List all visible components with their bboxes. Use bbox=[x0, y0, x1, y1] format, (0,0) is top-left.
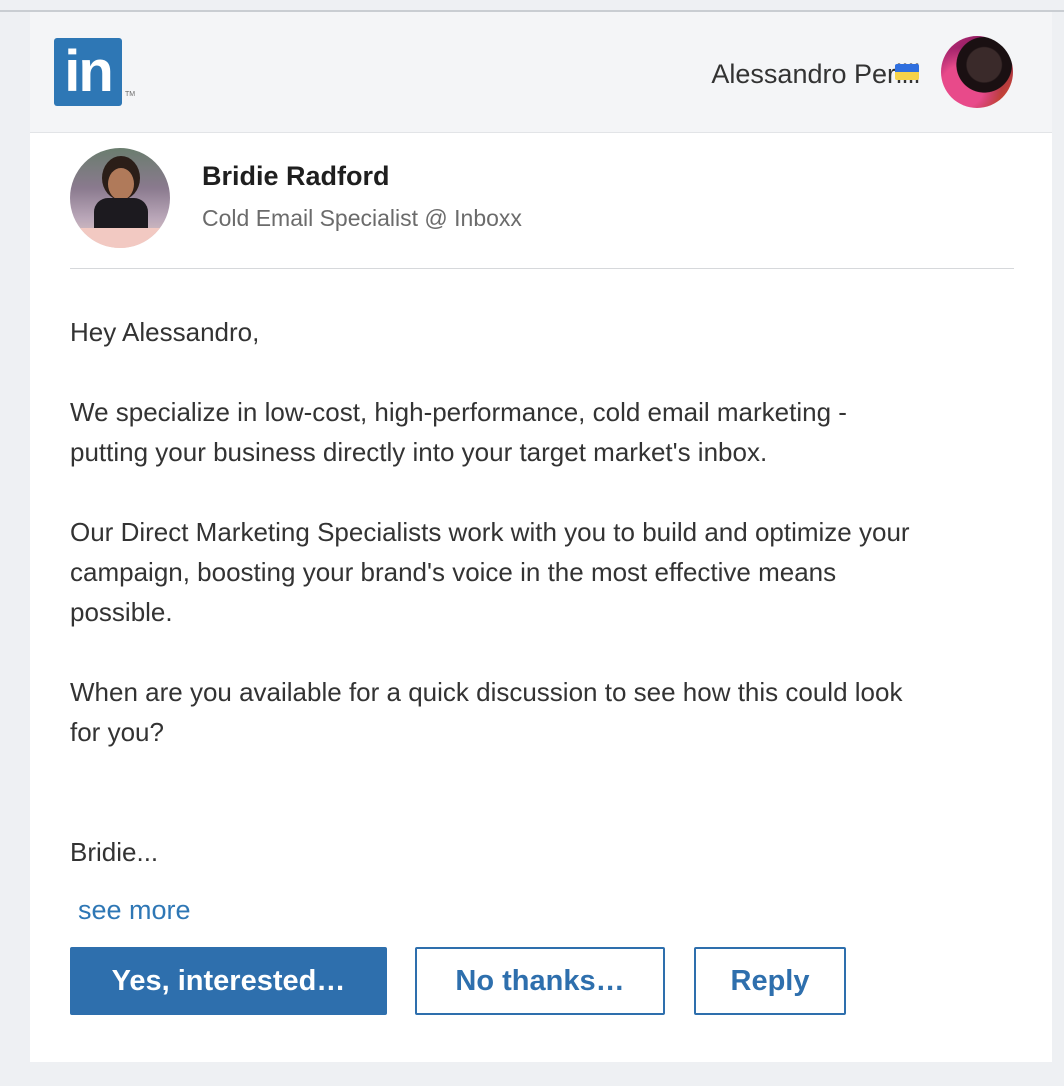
see-more-link[interactable]: see more bbox=[78, 890, 191, 930]
sender-title: Cold Email Specialist @ Inboxx bbox=[202, 205, 522, 231]
email-header: in TM Alessandro Perilli bbox=[30, 12, 1052, 133]
user-avatar[interactable] bbox=[941, 36, 1013, 108]
message-paragraph-1-line-2: putting your business directly into your… bbox=[70, 437, 768, 467]
recipient-name: Alessandro Perilli bbox=[711, 59, 920, 89]
message-card: in TM Alessandro Perilli Bridie Radford … bbox=[30, 12, 1052, 1062]
message-signature: Bridie... bbox=[70, 837, 159, 867]
yes-interested-button[interactable]: Yes, interested… bbox=[70, 947, 387, 1015]
divider bbox=[70, 268, 1014, 269]
logo-trademark: TM bbox=[125, 91, 136, 98]
reply-button[interactable]: Reply bbox=[694, 947, 846, 1015]
message-paragraph-2-line-1: Our Direct Marketing Specialists work wi… bbox=[70, 517, 910, 547]
linkedin-logo-icon[interactable]: in bbox=[54, 38, 122, 106]
message-greeting: Hey Alessandro, bbox=[70, 317, 260, 347]
message-paragraph-2-line-2: campaign, boosting your brand's voice in… bbox=[70, 557, 837, 587]
message-paragraph-1-line-1: We specialize in low-cost, high-performa… bbox=[70, 397, 847, 427]
message-paragraph-3-line-2: for you? bbox=[70, 717, 164, 747]
no-thanks-button[interactable]: No thanks… bbox=[415, 947, 665, 1015]
ukraine-flag-icon bbox=[895, 64, 919, 80]
message-paragraph-2-line-3: possible. bbox=[70, 597, 173, 627]
sender-avatar[interactable] bbox=[70, 148, 170, 248]
sender-name[interactable]: Bridie Radford bbox=[202, 160, 390, 192]
message-paragraph-3-line-1: When are you available for a quick discu… bbox=[70, 677, 903, 707]
